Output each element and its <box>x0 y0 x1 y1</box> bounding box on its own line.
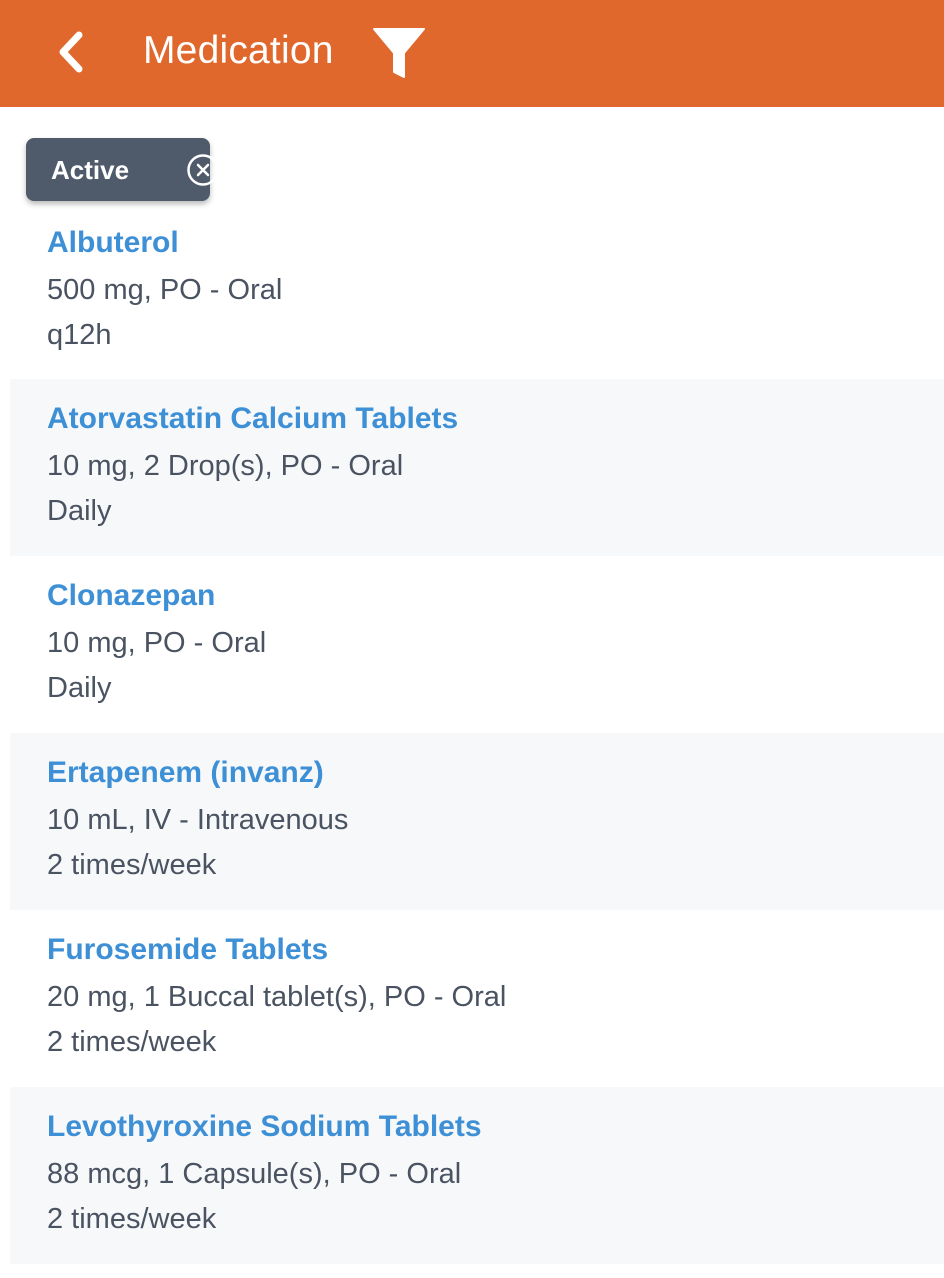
medication-name[interactable]: Albuterol <box>47 225 179 261</box>
medication-list-item[interactable]: Ertapenem (invanz) 10 mL, IV - Intraveno… <box>10 733 944 910</box>
medication-list-item[interactable]: Furosemide Tablets 20 mg, 1 Buccal table… <box>10 910 944 1087</box>
medication-dose: 88 mcg, 1 Capsule(s), PO - Oral <box>47 1158 462 1190</box>
close-circle-icon <box>187 154 219 186</box>
medication-frequency: 2 times/week <box>47 1026 217 1058</box>
medication-dose: 10 mg, 2 Drop(s), PO - Oral <box>47 450 404 482</box>
medication-list-item[interactable]: Atorvastatin Calcium Tablets 10 mg, 2 Dr… <box>10 379 944 556</box>
remove-filter-button[interactable] <box>186 153 220 187</box>
medication-dose: 500 mg, PO - Oral <box>47 274 283 306</box>
medication-name[interactable]: Clonazepan <box>47 578 215 614</box>
page-title: Medication <box>143 29 334 72</box>
medication-dose: 10 mL, IV - Intravenous <box>47 804 349 836</box>
app-header: Medication <box>0 0 944 107</box>
medication-dose: 20 mg, 1 Buccal tablet(s), PO - Oral <box>47 981 507 1013</box>
medication-frequency: 2 times/week <box>47 1203 217 1235</box>
medication-list: Albuterol 500 mg, PO - Oral q12h Atorvas… <box>10 203 944 1264</box>
medication-frequency: q12h <box>47 319 112 351</box>
medication-list-item[interactable]: Albuterol 500 mg, PO - Oral q12h <box>10 203 944 379</box>
medication-list-item[interactable]: Levothyroxine Sodium Tablets 88 mcg, 1 C… <box>10 1087 944 1264</box>
filter-chip-label: Active <box>51 155 130 185</box>
medication-name[interactable]: Atorvastatin Calcium Tablets <box>47 401 458 437</box>
medication-frequency: 2 times/week <box>47 849 217 881</box>
medication-dose: 10 mg, PO - Oral <box>47 627 267 659</box>
medication-name[interactable]: Levothyroxine Sodium Tablets <box>47 1109 482 1145</box>
chevron-left-icon <box>59 31 83 73</box>
filter-icon <box>373 28 425 78</box>
medication-frequency: Daily <box>47 672 112 704</box>
medication-name[interactable]: Furosemide Tablets <box>47 932 328 968</box>
medication-frequency: Daily <box>47 495 112 527</box>
filter-chip-active[interactable]: Active <box>26 138 219 201</box>
filter-button[interactable] <box>368 22 430 84</box>
back-button[interactable] <box>40 22 100 82</box>
medication-list-item[interactable]: Clonazepan 10 mg, PO - Oral Daily <box>10 556 944 733</box>
medication-name[interactable]: Ertapenem (invanz) <box>47 755 324 791</box>
